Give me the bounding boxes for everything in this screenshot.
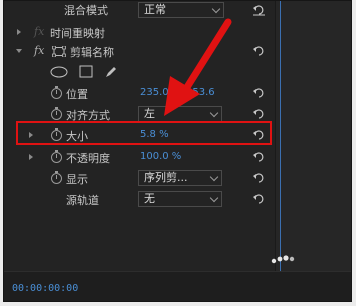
time-remap-row[interactable]: fx 时间重映射 bbox=[4, 22, 276, 42]
reset-icon[interactable] bbox=[252, 108, 266, 120]
reset-icon[interactable] bbox=[252, 4, 266, 16]
zoom-handle-icon[interactable] bbox=[268, 253, 298, 267]
clip-name-row[interactable]: fx 剪辑名称 bbox=[4, 41, 276, 61]
reset-icon[interactable] bbox=[252, 193, 266, 205]
blend-mode-label: 混合模式 bbox=[64, 4, 108, 17]
source-track-row: 源轨道 无 bbox=[4, 189, 276, 209]
stopwatch-icon[interactable] bbox=[51, 171, 62, 184]
blend-mode-dropdown[interactable]: 正常 bbox=[138, 2, 224, 18]
time-remap-label: 时间重映射 bbox=[50, 27, 105, 40]
opacity-label: 不透明度 bbox=[66, 152, 110, 165]
display-dropdown[interactable]: 序列剪... bbox=[138, 170, 222, 186]
clip-name-label: 剪辑名称 bbox=[70, 46, 114, 59]
reset-icon[interactable] bbox=[252, 45, 266, 57]
source-track-dropdown[interactable]: 无 bbox=[138, 191, 222, 207]
position-row: 位置 235.0 253.6 bbox=[4, 83, 276, 103]
effect-controls-panel: 混合模式 正常 fx 时间重映射 fx 剪辑名称 位置 235.0 253.6 … bbox=[3, 0, 352, 302]
current-timecode[interactable]: 00:00:00:00 bbox=[12, 283, 78, 294]
display-row: 显示 序列剪... bbox=[4, 168, 276, 188]
stopwatch-icon[interactable] bbox=[51, 86, 62, 99]
screenshot-frame: 混合模式 正常 fx 时间重映射 fx 剪辑名称 位置 235.0 253.6 … bbox=[0, 0, 356, 306]
stopwatch-icon[interactable] bbox=[51, 107, 62, 120]
rectangle-mask-icon[interactable] bbox=[79, 65, 93, 78]
reset-icon[interactable] bbox=[252, 172, 266, 184]
keyframe-timeline-area[interactable] bbox=[276, 1, 351, 271]
reset-icon[interactable] bbox=[252, 87, 266, 99]
display-value: 序列剪... bbox=[144, 171, 188, 184]
fx-icon[interactable]: fx bbox=[34, 44, 44, 57]
pen-mask-icon[interactable] bbox=[104, 65, 118, 79]
text-layer-icon bbox=[52, 46, 66, 57]
chevron-down-icon bbox=[211, 4, 221, 14]
position-label: 位置 bbox=[66, 88, 88, 101]
mask-tools-row bbox=[4, 62, 276, 82]
size-row-highlight bbox=[16, 121, 272, 145]
align-dropdown[interactable]: 左 bbox=[138, 106, 222, 122]
collapse-arrow-icon[interactable] bbox=[16, 49, 22, 53]
ellipse-mask-icon[interactable] bbox=[50, 66, 68, 78]
blend-mode-row: 混合模式 正常 bbox=[4, 1, 276, 21]
reset-icon[interactable] bbox=[252, 151, 266, 163]
source-track-label: 源轨道 bbox=[66, 194, 99, 207]
chevron-down-icon bbox=[209, 172, 219, 182]
playhead-line[interactable] bbox=[280, 1, 281, 273]
display-label: 显示 bbox=[66, 173, 88, 186]
position-x-value[interactable]: 235.0 bbox=[140, 87, 169, 98]
expand-arrow-icon[interactable] bbox=[29, 154, 33, 160]
stopwatch-icon[interactable] bbox=[51, 150, 62, 163]
chevron-down-icon bbox=[209, 193, 219, 203]
chevron-down-icon bbox=[209, 108, 219, 118]
fx-icon: fx bbox=[34, 25, 45, 38]
align-value: 左 bbox=[144, 107, 155, 120]
source-track-value: 无 bbox=[144, 192, 155, 205]
opacity-value[interactable]: 100.0 % bbox=[140, 151, 181, 162]
opacity-row: 不透明度 100.0 % bbox=[4, 147, 276, 167]
position-y-value[interactable]: 253.6 bbox=[186, 87, 215, 98]
blend-mode-value: 正常 bbox=[144, 3, 166, 16]
expand-arrow-icon[interactable] bbox=[17, 29, 21, 35]
